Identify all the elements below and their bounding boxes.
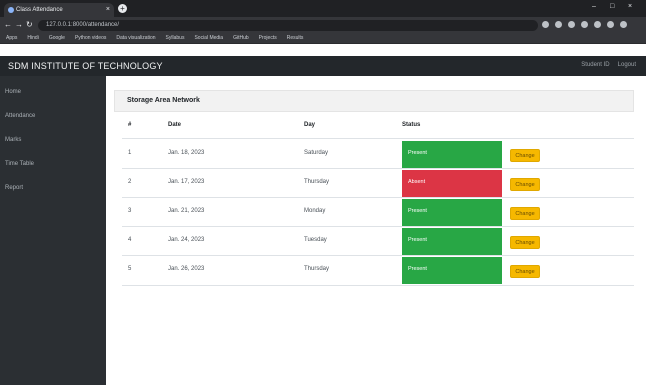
card-header: Storage Area Network: [114, 90, 634, 112]
brand-title[interactable]: SDM INSTITUTE OF TECHNOLOGY: [8, 60, 163, 72]
row-day: Saturday: [304, 150, 329, 156]
app-navbar: SDM INSTITUTE OF TECHNOLOGY Student ID L…: [0, 56, 646, 76]
bookmark-item[interactable]: Python videos: [75, 35, 106, 41]
navbar-links: Student ID Logout: [581, 62, 636, 68]
bookmark-item[interactable]: Results: [287, 35, 304, 41]
header-divider: [122, 138, 634, 139]
tab-title: Class Attendance: [16, 7, 63, 13]
favicon-icon: [8, 7, 14, 13]
row-divider: [122, 285, 634, 286]
table-row: 2 Jan. 17, 2023 Thursday Absent Change: [114, 170, 634, 197]
status-badge: Present: [402, 141, 502, 168]
student-id-link[interactable]: Student ID: [581, 62, 609, 68]
extensions-area: [542, 21, 627, 28]
sidebar-item-home[interactable]: Home: [5, 89, 21, 95]
bookmark-item[interactable]: Hindi: [27, 35, 38, 41]
sidebar-item-report[interactable]: Report: [5, 185, 23, 191]
row-date: Jan. 17, 2023: [168, 179, 205, 185]
bookmark-item[interactable]: Projects: [259, 35, 277, 41]
browser-toolbar: ← → ↻ 127.0.0.1:8000/attendance/: [0, 17, 646, 33]
browser-tab[interactable]: Class Attendance ×: [4, 3, 114, 17]
status-badge: Present: [402, 199, 502, 226]
status-badge: Present: [402, 228, 502, 255]
bookmark-item[interactable]: Data visualization: [116, 35, 155, 41]
bookmark-item[interactable]: Apps: [6, 35, 17, 41]
status-badge: Present: [402, 257, 502, 284]
tab-close-icon[interactable]: ×: [106, 3, 110, 17]
sidebar-item-marks[interactable]: Marks: [5, 137, 21, 143]
status-badge: Absent: [402, 170, 502, 197]
row-date: Jan. 26, 2023: [168, 266, 205, 272]
row-number: 1: [128, 150, 132, 156]
change-button[interactable]: Change: [510, 149, 540, 162]
row-number: 3: [128, 208, 132, 214]
bookmarks-bar: Apps Hindi Google Python videos Data vis…: [0, 33, 646, 44]
table-row: 5 Jan. 26, 2023 Thursday Present Change: [114, 257, 634, 284]
extension-icon[interactable]: [581, 21, 588, 28]
row-number: 4: [128, 237, 132, 243]
reload-icon[interactable]: ↻: [26, 20, 33, 30]
column-header-date: Date: [168, 122, 182, 128]
table-row: 1 Jan. 18, 2023 Saturday Present Change: [114, 141, 634, 168]
bookmark-item[interactable]: Syllabus: [166, 35, 185, 41]
new-tab-button[interactable]: +: [118, 4, 127, 13]
column-header-day: Day: [304, 122, 316, 128]
sidebar: Home Attendance Marks Time Table Report: [0, 76, 106, 385]
menu-icon[interactable]: [620, 21, 627, 28]
main-content: Storage Area Network # Date Day Status 1…: [106, 76, 646, 385]
extension-icon[interactable]: [568, 21, 575, 28]
browser-tab-strip: Class Attendance × + – □ ×: [0, 0, 646, 17]
bookmark-item[interactable]: GitHub: [233, 35, 249, 41]
row-day: Thursday: [304, 266, 330, 272]
row-date: Jan. 21, 2023: [168, 208, 205, 214]
column-header-status: Status: [402, 122, 421, 128]
change-button[interactable]: Change: [510, 207, 540, 220]
attendance-card: Storage Area Network # Date Day Status 1…: [114, 84, 634, 364]
change-button[interactable]: Change: [510, 178, 540, 191]
address-bar[interactable]: 127.0.0.1:8000/attendance/: [38, 20, 538, 31]
change-button[interactable]: Change: [510, 265, 540, 278]
row-divider: [122, 168, 634, 169]
column-header-number: #: [128, 122, 132, 128]
row-day: Monday: [304, 208, 326, 214]
close-window-button[interactable]: ×: [628, 3, 632, 10]
forward-icon[interactable]: →: [15, 20, 23, 30]
minimize-button[interactable]: –: [592, 3, 596, 10]
back-icon[interactable]: ←: [4, 20, 12, 30]
extension-icon[interactable]: [594, 21, 601, 28]
row-day: Thursday: [304, 179, 330, 185]
row-divider: [122, 226, 634, 227]
row-number: 2: [128, 179, 132, 185]
maximize-button[interactable]: □: [610, 3, 614, 10]
sidebar-item-attendance[interactable]: Attendance: [5, 113, 35, 119]
row-date: Jan. 24, 2023: [168, 237, 205, 243]
subject-title: Storage Area Network: [127, 97, 200, 104]
row-divider: [122, 255, 634, 256]
sidebar-item-time-table[interactable]: Time Table: [5, 161, 34, 167]
row-day: Tuesday: [304, 237, 327, 243]
row-divider: [122, 197, 634, 198]
logout-link[interactable]: Logout: [618, 62, 636, 68]
change-button[interactable]: Change: [510, 236, 540, 249]
row-number: 5: [128, 266, 132, 272]
table-row: 4 Jan. 24, 2023 Tuesday Present Change: [114, 228, 634, 255]
table-row: 3 Jan. 21, 2023 Monday Present Change: [114, 199, 634, 226]
row-date: Jan. 18, 2023: [168, 150, 205, 156]
profile-avatar[interactable]: [607, 21, 614, 28]
bookmark-item[interactable]: Social Media: [194, 35, 223, 41]
extension-icon[interactable]: [555, 21, 562, 28]
bookmark-item[interactable]: Google: [49, 35, 65, 41]
extension-icon[interactable]: [542, 21, 549, 28]
